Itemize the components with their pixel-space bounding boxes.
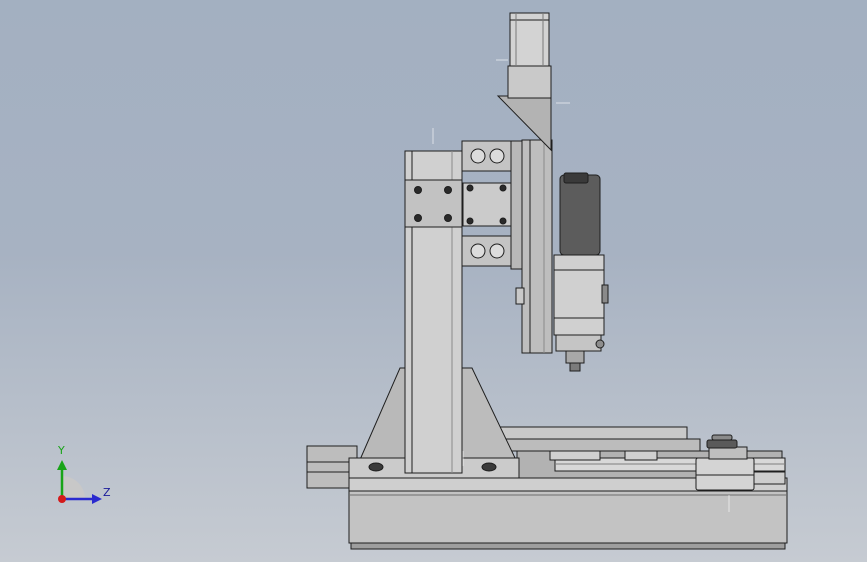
triad-y-label: Y <box>58 444 65 457</box>
coordinate-triad <box>57 460 102 504</box>
vertical-column <box>404 150 463 474</box>
triad-z-label: Z <box>103 486 111 499</box>
cad-viewport[interactable]: Y Z <box>0 0 867 562</box>
spindle-head <box>553 172 609 372</box>
motor-mount-bracket <box>496 12 552 152</box>
machine-model-side-view[interactable] <box>0 0 867 562</box>
axis-carriage <box>695 434 755 491</box>
